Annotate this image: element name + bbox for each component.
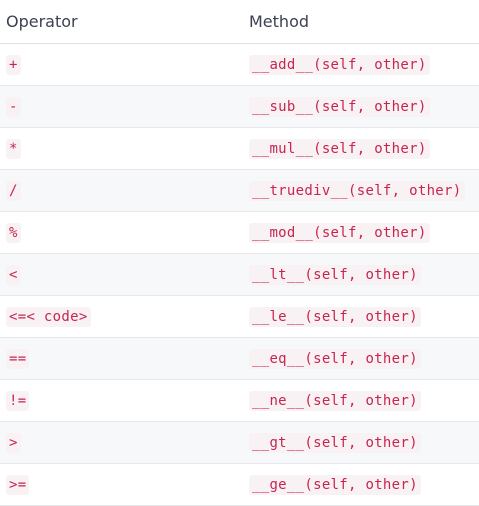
method-cell: __eq__(self, other) bbox=[249, 348, 421, 369]
table-header-row: Operator Method bbox=[0, 0, 479, 44]
method-cell: __le__(self, other) bbox=[249, 306, 421, 327]
header-method: Method bbox=[249, 12, 310, 31]
method-cell: __lt__(self, other) bbox=[249, 264, 421, 285]
header-operator: Operator bbox=[6, 12, 78, 31]
operator-cell: >= bbox=[6, 474, 30, 495]
operator-cell: % bbox=[6, 222, 21, 243]
method-cell: __mod__(self, other) bbox=[249, 222, 430, 243]
table-row: <=< code> __le__(self, other) bbox=[0, 296, 479, 338]
table-row: > __gt__(self, other) bbox=[0, 422, 479, 464]
table-row: + __add__(self, other) bbox=[0, 44, 479, 86]
operator-cell: < bbox=[6, 264, 21, 285]
operator-cell: > bbox=[6, 432, 21, 453]
table-row: < __lt__(self, other) bbox=[0, 254, 479, 296]
table-row: % __mod__(self, other) bbox=[0, 212, 479, 254]
operator-method-table: Operator Method + __add__(self, other) -… bbox=[0, 0, 479, 506]
table-row: != __ne__(self, other) bbox=[0, 380, 479, 422]
table-row: == __eq__(self, other) bbox=[0, 338, 479, 380]
method-cell: __ge__(self, other) bbox=[249, 474, 421, 495]
method-cell: __gt__(self, other) bbox=[249, 432, 421, 453]
operator-cell: - bbox=[6, 96, 21, 117]
operator-cell: != bbox=[6, 390, 30, 411]
operator-cell: == bbox=[6, 348, 30, 369]
method-cell: __sub__(self, other) bbox=[249, 96, 430, 117]
operator-cell: <=< code> bbox=[6, 306, 91, 327]
operator-cell: + bbox=[6, 54, 21, 75]
table-row: >= __ge__(self, other) bbox=[0, 464, 479, 506]
method-cell: __truediv__(self, other) bbox=[249, 180, 465, 201]
table-row: * __mul__(self, other) bbox=[0, 128, 479, 170]
operator-cell: / bbox=[6, 180, 21, 201]
method-cell: __add__(self, other) bbox=[249, 54, 430, 75]
table-row: / __truediv__(self, other) bbox=[0, 170, 479, 212]
table-row: - __sub__(self, other) bbox=[0, 86, 479, 128]
operator-cell: * bbox=[6, 138, 21, 159]
method-cell: __mul__(self, other) bbox=[249, 138, 430, 159]
method-cell: __ne__(self, other) bbox=[249, 390, 421, 411]
